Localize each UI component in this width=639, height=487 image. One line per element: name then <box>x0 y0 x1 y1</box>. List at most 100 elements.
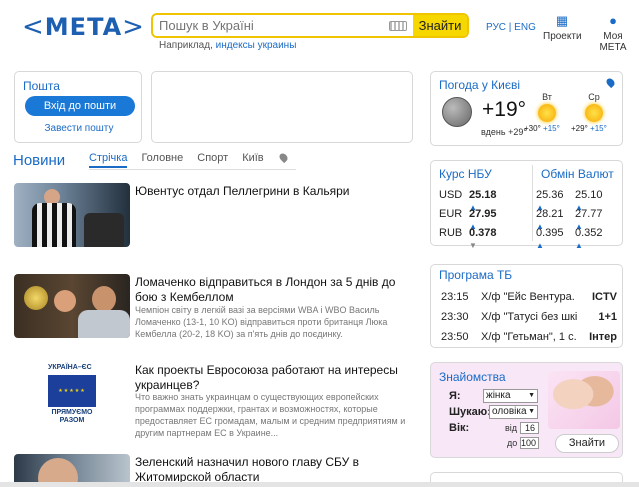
day-label: вдень <box>481 127 506 137</box>
mail-register-link[interactable]: Завести пошту <box>15 123 143 134</box>
sell-value-text: 27.77 <box>575 208 603 220</box>
grid-icon: ▦ <box>555 13 569 28</box>
sell-value: 0.352 ▲ <box>575 227 603 251</box>
buy-value-text: 25.36 <box>536 189 564 201</box>
projects-label: Проекти <box>543 31 582 42</box>
weather-widget[interactable]: Погода у Києві +19° вдень +29° Вт +30° +… <box>430 71 623 146</box>
currency-code: RUB <box>439 227 463 239</box>
sell-value-text: 0.352 <box>575 227 603 239</box>
arrow-up-icon: ▲ <box>536 241 544 250</box>
dating-title[interactable]: Знайомства <box>439 370 506 384</box>
header: < META > Знайти Наприклад, индексы украи… <box>0 0 639 58</box>
footer-bar <box>0 482 639 487</box>
seek-label: Шукаю: <box>449 406 491 418</box>
age-label: Вік: <box>449 422 470 434</box>
tv-title[interactable]: Програма ТБ <box>439 268 512 282</box>
tabs-divider <box>89 169 296 170</box>
exchange-title[interactable]: Обмін Валют <box>541 167 614 181</box>
news-title[interactable]: Новини <box>13 152 65 169</box>
buy-value-text: 0.395 <box>536 227 564 239</box>
logo-text: META <box>44 13 123 41</box>
news-headline[interactable]: Ломаченко відправиться в Лондон за 5 дні… <box>135 275 410 305</box>
mail-login-button[interactable]: Вхід до пошти <box>25 96 135 116</box>
projects-button[interactable]: ▦ Проекти <box>543 13 582 43</box>
current-temperature: +19° <box>482 98 527 121</box>
news-item[interactable]: Ювентус отдал Пеллегрини в Кальяри <box>14 183 414 247</box>
news-headline[interactable]: Зеленский назначил нового главу СБУ в Жи… <box>135 455 410 485</box>
hint-example-link[interactable]: индексы украины <box>216 40 297 51</box>
hint-prefix: Наприклад, <box>159 40 216 51</box>
news-item[interactable]: УКРАЇНА–ЄС ★★★★★ ПРЯМУЄМО РАЗОМ Как прое… <box>14 362 414 442</box>
dating-search-button[interactable]: Знайти <box>555 434 619 453</box>
buy-value: 0.395 ▲ <box>536 227 564 251</box>
tv-show: Х/ф "Гетьман", 1 с. <box>481 331 577 343</box>
mail-panel: Пошта Вхід до пошти Завести пошту <box>14 71 142 143</box>
news-item[interactable]: Ломаченко відправиться в Лондон за 5 дні… <box>14 274 414 354</box>
tab-sport[interactable]: Спорт <box>197 152 228 168</box>
day-temperature: вдень +29° <box>481 127 527 137</box>
tv-show: Х/ф "Татусі без шкідл... <box>481 311 577 323</box>
news-thumbnail-boxing[interactable] <box>14 274 130 338</box>
search-input[interactable] <box>153 15 389 36</box>
tab-main[interactable]: Головне <box>141 152 183 168</box>
couple-photo[interactable] <box>548 371 620 429</box>
age-from-input[interactable]: 16 <box>520 422 539 434</box>
tv-time: 23:30 <box>441 311 469 323</box>
language-switch[interactable]: РУС | ENG <box>486 22 536 33</box>
eu-logo-bottom: ПРЯМУЄМО РАЗОМ <box>51 409 93 424</box>
seek-value: оловіка <box>492 406 527 417</box>
news-description: Что важно знать украинцам о существующих… <box>135 392 406 438</box>
location-pin-icon[interactable] <box>604 76 617 89</box>
forecast-day-name: Ср <box>588 92 600 102</box>
keyboard-icon[interactable] <box>389 20 407 31</box>
tab-feed[interactable]: Стрічка <box>89 152 128 168</box>
forecast-high: +29° <box>571 124 588 133</box>
logo-left-chevron-icon: < <box>22 12 45 42</box>
nbu-value-text: 27.95 <box>469 208 497 220</box>
news-headline[interactable]: Как проекты Евросоюза работают на интере… <box>135 363 410 393</box>
eu-logo-top: УКРАЇНА–ЄС <box>48 364 92 371</box>
ad-banner[interactable] <box>151 71 413 143</box>
age-to-label: до <box>507 438 518 448</box>
tv-channel: Інтер <box>589 331 617 343</box>
forecast-low: +15° <box>590 124 607 133</box>
meta-logo[interactable]: < META > <box>22 12 145 42</box>
account-label: Моя META <box>599 31 627 53</box>
news-thumbnail-football[interactable] <box>14 183 130 247</box>
sell-value-text: 25.10 <box>575 189 603 201</box>
news-thumbnail-eu[interactable]: УКРАЇНА–ЄС ★★★★★ ПРЯМУЄМО РАЗОМ <box>14 362 130 426</box>
tab-kyiv[interactable]: Київ <box>242 152 263 168</box>
chevron-down-icon: ▼ <box>528 408 535 415</box>
forecast-day: Вт +30° +15° <box>524 92 562 133</box>
age-from-label: від <box>505 423 518 433</box>
nbu-rate-title[interactable]: Курс НБУ <box>439 167 492 181</box>
gender-value: жінка <box>486 390 511 401</box>
age-to-input[interactable]: 100 <box>520 437 539 449</box>
search-hint: Наприклад, индексы украины <box>159 40 296 51</box>
search-box: Знайти <box>151 13 469 38</box>
arrow-up-icon: ▲ <box>575 241 583 250</box>
weather-title[interactable]: Погода у Києві <box>439 78 520 92</box>
sun-icon <box>538 104 556 122</box>
forecast-high: +30° <box>524 124 541 133</box>
forecast-temps: +29° +15° <box>571 124 607 133</box>
news-headline[interactable]: Ювентус отдал Пеллегрини в Кальяри <box>135 184 410 199</box>
forecast-day-name: Вт <box>542 92 552 102</box>
account-button[interactable]: ● Моя META <box>589 14 637 54</box>
seek-select[interactable]: оловіка ▼ <box>489 405 538 419</box>
mail-title: Пошта <box>23 79 60 93</box>
tv-time: 23:15 <box>441 291 469 303</box>
news-tabs: Стрічка Головне Спорт Київ <box>89 152 278 168</box>
forecast-temps: +30° +15° <box>524 124 560 133</box>
tv-time: 23:50 <box>441 331 469 343</box>
dating-widget: Знайомства Я: жінка ▼ Шукаю: оловіка ▼ Вік… <box>430 362 623 458</box>
gender-select[interactable]: жінка ▼ <box>483 389 538 403</box>
currency-widget: Курс НБУ Обмін Валют USD 25.18 ▲ 25.36 ▲… <box>430 160 623 250</box>
forecast-low: +15° <box>543 124 560 133</box>
nbu-value-text: 0.378 <box>469 227 497 239</box>
currency-code: USD <box>439 189 463 201</box>
buy-value-text: 28.21 <box>536 208 564 220</box>
tv-channel: ICTV <box>591 291 617 303</box>
location-pin-icon[interactable] <box>277 151 290 164</box>
search-button[interactable]: Знайти <box>413 15 467 36</box>
